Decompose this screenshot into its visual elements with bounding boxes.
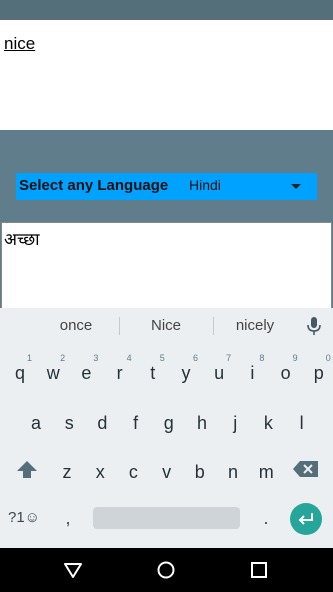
key-letter: p xyxy=(313,363,324,383)
key-letter: h xyxy=(196,413,207,433)
key-letter: x xyxy=(95,462,105,482)
status-bar xyxy=(0,0,333,20)
key-hint: 2 xyxy=(60,353,66,363)
home-nav-icon[interactable] xyxy=(154,558,178,582)
key-letter: m xyxy=(258,462,274,482)
key-letter: q xyxy=(14,363,25,383)
key-f[interactable]: f xyxy=(121,401,151,441)
key-hint: 8 xyxy=(259,353,265,363)
output-text-field[interactable]: अच्छा xyxy=(1,222,332,308)
key-letter: n xyxy=(227,462,238,482)
key-u[interactable]: u7 xyxy=(204,351,234,391)
key-letter: s xyxy=(64,413,74,433)
key-hint: 4 xyxy=(126,353,132,363)
key-y[interactable]: y6 xyxy=(171,351,201,391)
key-d[interactable]: d xyxy=(87,401,117,441)
key-i[interactable]: i8 xyxy=(237,351,267,391)
key-letter: g xyxy=(163,413,174,433)
key-b[interactable]: b xyxy=(185,450,215,490)
key-letter: b xyxy=(194,462,205,482)
language-selected-value: Hindi xyxy=(189,177,221,193)
key-o[interactable]: o9 xyxy=(271,351,301,391)
key-n[interactable]: n xyxy=(218,450,248,490)
translated-text: अच्छा xyxy=(4,230,40,250)
spacebar-key[interactable] xyxy=(93,507,240,529)
comma-key[interactable]: , xyxy=(58,508,78,529)
key-x[interactable]: x xyxy=(85,450,115,490)
key-letter: l xyxy=(299,413,304,433)
enter-arrow-icon xyxy=(298,513,313,525)
enter-key[interactable] xyxy=(290,503,322,535)
key-p[interactable]: p0 xyxy=(304,351,333,391)
suggestion-once[interactable]: once xyxy=(44,317,108,334)
key-letter: z xyxy=(62,462,72,482)
key-letter: d xyxy=(97,413,108,433)
key-q[interactable]: q1 xyxy=(5,351,35,391)
suggestion-nicely[interactable]: nicely xyxy=(222,317,288,334)
key-e[interactable]: e3 xyxy=(71,351,101,391)
key-l[interactable]: l xyxy=(287,401,317,441)
key-v[interactable]: v xyxy=(152,450,182,490)
period-key[interactable]: . xyxy=(256,508,276,529)
key-hint: 5 xyxy=(159,353,165,363)
back-nav-icon[interactable] xyxy=(61,558,85,582)
key-g[interactable]: g xyxy=(154,401,184,441)
backspace-key-icon[interactable] xyxy=(292,460,320,478)
key-letter: w xyxy=(46,363,60,383)
recents-nav-icon[interactable] xyxy=(247,558,271,582)
key-k[interactable]: k xyxy=(253,401,283,441)
key-letter: f xyxy=(133,413,139,433)
key-w[interactable]: w2 xyxy=(38,351,68,391)
suggestion-strip: once Nice nicely xyxy=(0,308,333,344)
key-hint: 7 xyxy=(226,353,232,363)
shift-key-icon[interactable] xyxy=(14,458,40,482)
key-hint: 3 xyxy=(93,353,99,363)
key-hint: 6 xyxy=(192,353,198,363)
key-letter: k xyxy=(263,413,273,433)
navigation-bar xyxy=(0,548,333,592)
key-a[interactable]: a xyxy=(21,401,51,441)
input-text-field[interactable]: nice xyxy=(0,20,333,130)
symbols-key[interactable]: ?1☺ xyxy=(6,509,42,526)
key-letter: v xyxy=(162,462,172,482)
key-hint: 1 xyxy=(26,353,32,363)
key-z[interactable]: z xyxy=(52,450,82,490)
key-letter: j xyxy=(233,413,238,433)
key-hint: 9 xyxy=(292,353,298,363)
language-label: Select any Language xyxy=(19,177,169,194)
key-h[interactable]: h xyxy=(187,401,217,441)
key-t[interactable]: t5 xyxy=(138,351,168,391)
mic-icon[interactable] xyxy=(306,316,322,336)
suggestion-nice[interactable]: Nice xyxy=(134,317,198,334)
key-j[interactable]: j xyxy=(220,401,250,441)
key-letter: e xyxy=(81,363,92,383)
language-dropdown[interactable]: Hindi xyxy=(184,173,317,200)
key-letter: u xyxy=(214,363,225,383)
key-letter: c xyxy=(128,462,138,482)
key-hint: 0 xyxy=(325,353,331,363)
dropdown-arrow-icon xyxy=(291,184,301,189)
key-letter: i xyxy=(250,363,255,383)
key-m[interactable]: m xyxy=(251,450,281,490)
key-letter: y xyxy=(181,363,191,383)
key-letter: o xyxy=(280,363,291,383)
suggestion-divider xyxy=(119,317,120,335)
suggestion-divider xyxy=(213,317,214,335)
input-text: nice xyxy=(4,34,36,53)
key-c[interactable]: c xyxy=(118,450,148,490)
key-r[interactable]: r4 xyxy=(105,351,135,391)
key-letter: a xyxy=(30,413,41,433)
key-letter: t xyxy=(150,363,156,383)
key-s[interactable]: s xyxy=(54,401,84,441)
language-selector-bar: Select any Language Hindi xyxy=(16,173,317,200)
key-letter: r xyxy=(116,363,123,383)
soft-keyboard: once Nice nicely q1w2e3r4t5y6u7i8o9p0 as… xyxy=(0,308,333,548)
